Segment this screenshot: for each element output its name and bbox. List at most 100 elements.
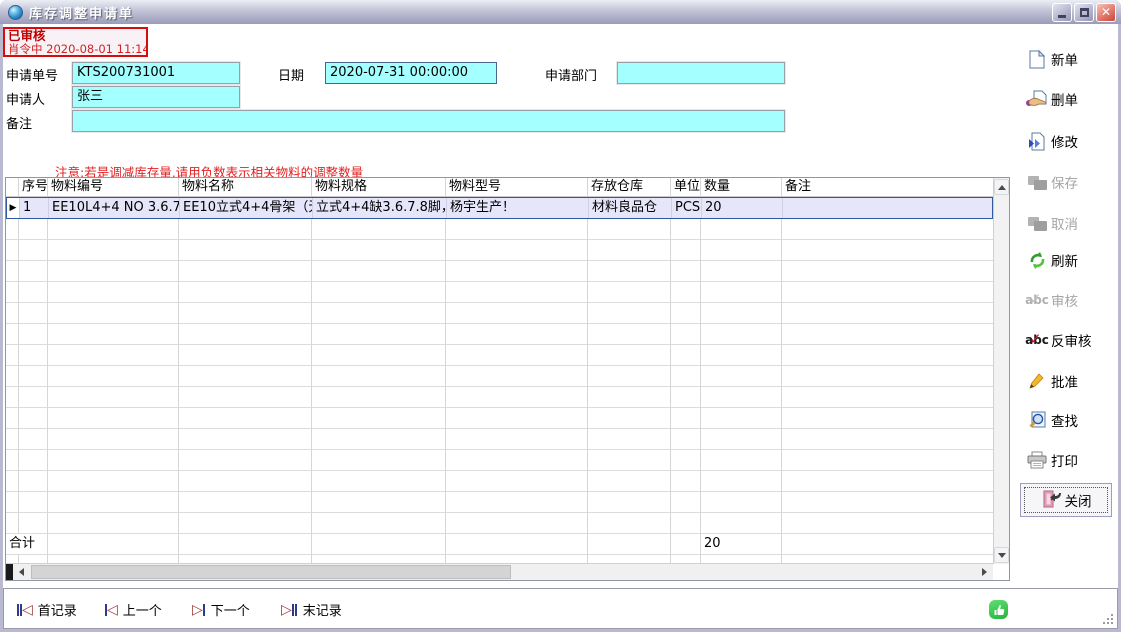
row-selector-cell: ▶ [7,198,20,218]
cell-name[interactable]: EE10立式4+4骨架（无支 [180,198,313,218]
cell-seq[interactable]: 1 [20,198,49,218]
grid-header-warehouse[interactable]: 存放仓库 [588,178,671,197]
app-globe-icon [8,5,23,20]
resize-grip[interactable] [1111,622,1113,624]
grid-corner-block [6,564,13,580]
arrow-down-icon [998,553,1006,558]
arrow-right-icon [982,568,987,576]
department-label: 申请部门 [545,65,597,84]
refresh-icon [1026,250,1048,270]
grid-header-seq[interactable]: 序号 [19,178,48,197]
grid-vertical-scrollbar[interactable] [993,178,1009,564]
applicant-label: 申请人 [6,89,45,108]
horizontal-scroll-thumb[interactable] [31,565,511,579]
modify-order-button[interactable]: 修改 [1026,128,1112,154]
date-label: 日期 [278,65,304,84]
current-row-marker-icon: ▶ [7,198,19,218]
order-no-input[interactable]: KTS200731001 [72,62,240,84]
grid-header-qty[interactable]: 数量 [701,178,782,197]
grid-empty-row[interactable] [6,240,993,261]
unaudit-button[interactable]: abc✓ 反审核 [1026,327,1112,353]
cell-model[interactable]: 杨宇生产！ [447,198,589,218]
grid-empty-row[interactable] [6,450,993,471]
cell-warehouse[interactable]: 材料良品仓 [589,198,672,218]
grid-empty-row[interactable] [6,219,993,240]
audit-abc-icon: abc✓ [1026,290,1048,310]
grid-header-selector [6,178,19,197]
scroll-down-button[interactable] [994,547,1009,563]
maximize-icon [1080,8,1089,17]
grid-empty-row[interactable] [6,282,993,303]
grid-empty-row[interactable] [6,324,993,345]
grid-header-unit[interactable]: 单位 [671,178,701,197]
nav-next-record[interactable]: ▷ 下一个 [192,600,250,619]
close-window-button[interactable]: ✕ [1096,3,1116,22]
nav-last-record[interactable]: ▷ 末记录 [281,600,342,619]
cell-remark[interactable] [783,198,993,218]
window-controls: ✕ [1052,3,1116,22]
cell-spec[interactable]: 立式4+4缺3.6.7.8脚，针 [313,198,447,218]
new-order-button[interactable]: 新单 [1026,46,1112,72]
grid-empty-row[interactable] [6,429,993,450]
total-qty: 20 [701,534,782,555]
nav-first-record[interactable]: ◁ 首记录 [16,600,77,619]
scroll-up-button[interactable] [994,179,1009,195]
grid-empty-row[interactable] [6,387,993,408]
nav-previous-record[interactable]: ◁ 上一个 [104,600,162,619]
grid-empty-row[interactable] [6,366,993,387]
window-content: 已审核 肖令中 2020-08-01 11:14 申请单号 KTS2007310… [3,24,1118,629]
new-doc-icon [1026,49,1048,69]
cancel-button: 取消 [1026,210,1112,236]
print-button[interactable]: 打印 [1026,447,1112,473]
grid-empty-row[interactable] [6,492,993,513]
scroll-right-button[interactable] [977,565,992,579]
maximize-button[interactable] [1074,3,1094,22]
grid-horizontal-scrollbar[interactable] [6,563,993,580]
grid-empty-row[interactable] [6,408,993,429]
grid-empty-row[interactable] [6,303,993,324]
grid-header-remark[interactable]: 备注 [782,178,993,197]
grid-empty-row[interactable] [6,345,993,366]
total-label: 合计 [6,534,48,555]
grid-row-selected[interactable]: ▶ 1 EE10L4+4 NO 3.6.7.8 EE10立式4+4骨架（无支 立… [6,197,993,219]
audit-status-box: 已审核 肖令中 2020-08-01 11:14 [3,27,148,57]
close-form-button[interactable]: 关闭 [1020,483,1112,517]
audit-status-state: 已审核 [8,29,143,43]
applicant-input[interactable]: 张三 [72,86,240,108]
next-record-icon: ▷ [192,602,206,618]
scroll-left-button[interactable] [14,565,29,579]
last-record-icon: ▷ [281,602,298,618]
titlebar[interactable]: 库存调整申请单 ✕ [0,0,1121,24]
cell-unit[interactable]: PCS [672,198,702,218]
grid-empty-row[interactable] [6,261,993,282]
refresh-button[interactable]: 刷新 [1026,247,1112,273]
app-window: 库存调整申请单 ✕ 已审核 肖令中 2020-08-01 11:14 申请单号 … [0,0,1121,632]
previous-record-icon: ◁ [104,602,118,618]
cell-code[interactable]: EE10L4+4 NO 3.6.7.8 [49,198,180,218]
arrow-left-icon [19,568,24,576]
close-door-icon [1041,489,1062,512]
grid-header-name[interactable]: 物料名称 [179,178,312,197]
grid-header-spec[interactable]: 物料规格 [312,178,446,197]
remark-input[interactable] [72,110,785,132]
grid-empty-rows [6,219,993,534]
modify-doc-icon [1026,131,1048,151]
department-input[interactable] [617,62,785,84]
record-navbar: ◁ 首记录 ◁ 上一个 ▷ 下一个 ▷ 末记录 [3,588,1118,629]
grid-header-model[interactable]: 物料型号 [446,178,588,197]
find-button[interactable]: 查找 [1026,407,1112,433]
cancel-folder-icon [1026,213,1048,233]
minimize-button[interactable] [1052,3,1072,22]
approve-button[interactable]: 批准 [1026,368,1112,394]
grid-header-code[interactable]: 物料编号 [48,178,179,197]
date-input[interactable]: 2020-07-31 00:00:00 [325,62,497,84]
grid-empty-row[interactable] [6,513,993,534]
window-title: 库存调整申请单 [29,3,134,22]
order-no-label: 申请单号 [6,65,58,84]
cell-qty[interactable]: 20 [702,198,783,218]
delete-order-button[interactable]: 删单 [1026,86,1112,112]
first-record-icon: ◁ [16,602,33,618]
grid-empty-row[interactable] [6,471,993,492]
save-button: 保存 [1026,169,1112,195]
save-folder-icon [1026,172,1048,192]
